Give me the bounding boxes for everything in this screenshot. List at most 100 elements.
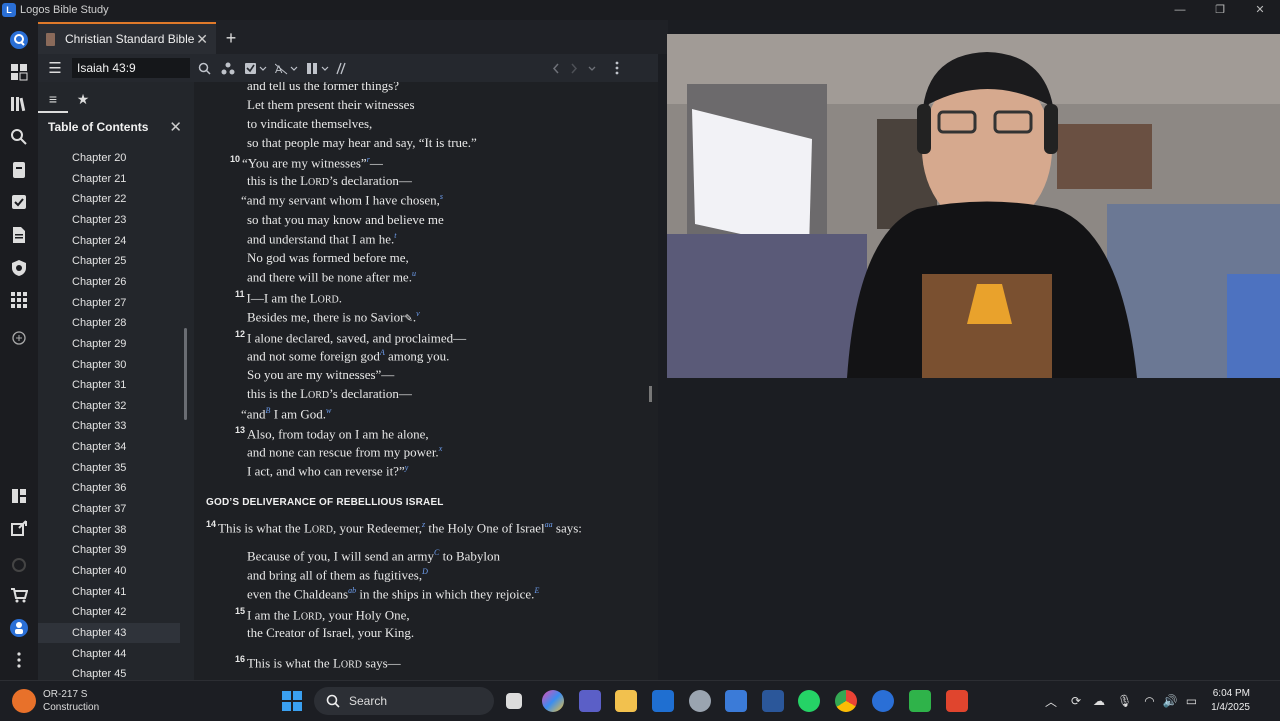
forward-chevron-icon[interactable] (569, 58, 579, 78)
library-icon[interactable] (9, 94, 29, 114)
footnote-marker[interactable]: t (394, 231, 396, 240)
footnote-marker[interactable]: w (326, 406, 331, 415)
guides-icon[interactable] (9, 160, 29, 180)
volume-icon[interactable]: 🔊 (1163, 694, 1178, 708)
verse-number[interactable]: 13 (235, 425, 245, 435)
sync-tray-icon[interactable]: ⟳ (1071, 694, 1081, 708)
toc-chapter-item[interactable]: Chapter 28 (38, 313, 180, 333)
toc-chapter-item[interactable]: Chapter 24 (38, 231, 180, 251)
footnote-marker[interactable]: u (412, 269, 416, 278)
footnote-marker[interactable]: ab (348, 586, 356, 595)
more-vertical-icon[interactable] (9, 650, 29, 670)
toc-chapter-item[interactable]: Chapter 32 (38, 396, 180, 416)
store-cart-icon[interactable] (9, 585, 29, 605)
toc-chapter-item[interactable]: Chapter 36 (38, 478, 180, 498)
toc-chapter-item[interactable]: Chapter 35 (38, 458, 180, 478)
verse-number[interactable]: 10 (230, 154, 240, 164)
toc-chapter-item[interactable]: Chapter 27 (38, 293, 180, 313)
footnote-marker[interactable]: s (440, 192, 443, 201)
panel-menu-icon[interactable]: ☰ (38, 59, 72, 77)
windows-start-icon[interactable] (281, 690, 303, 712)
reference-input[interactable] (72, 58, 190, 78)
toc-chapter-item[interactable]: Chapter 23 (38, 210, 180, 230)
recorder-icon[interactable] (946, 690, 968, 712)
close-toc-button[interactable]: ✕ (169, 118, 182, 136)
sync-icon[interactable] (9, 555, 29, 575)
word-icon[interactable] (762, 690, 784, 712)
toc-chapter-item[interactable]: Chapter 41 (38, 582, 180, 602)
tray-overflow-icon[interactable]: ︿ (1045, 693, 1057, 710)
footnote-marker[interactable]: v (416, 309, 420, 318)
whatsapp-icon[interactable] (798, 690, 820, 712)
footnote-marker[interactable]: E (534, 586, 539, 595)
wifi-icon[interactable]: ◠ (1144, 694, 1154, 708)
toc-chapter-item[interactable]: Chapter 21 (38, 169, 180, 189)
toc-chapter-item[interactable]: Chapter 38 (38, 520, 180, 540)
toc-chapter-item[interactable]: Chapter 44 (38, 644, 180, 664)
inline-icon[interactable]: A (275, 58, 299, 78)
notepad-icon[interactable] (725, 690, 747, 712)
toc-chapter-item[interactable]: Chapter 29 (38, 334, 180, 354)
microphone-icon[interactable]: 🎙 (1117, 694, 1132, 708)
favorites-star-icon[interactable]: ★ (68, 91, 98, 108)
add-icon[interactable] (9, 328, 29, 348)
clock[interactable]: 6:04 PM 1/4/2025 (1211, 687, 1250, 715)
toc-chapter-item[interactable]: Chapter 33 (38, 416, 180, 436)
toc-chapter-item[interactable]: Chapter 40 (38, 561, 180, 581)
search-icon[interactable] (198, 58, 211, 78)
toc-list-icon[interactable]: ≡ (38, 85, 68, 113)
toc-chapter-item[interactable]: Chapter 43 (38, 622, 180, 643)
documents-icon[interactable] (9, 225, 29, 245)
cloud-icon[interactable]: ☁ (1093, 694, 1105, 708)
verse-number[interactable]: 15 (235, 606, 245, 616)
open-external-icon[interactable] (9, 518, 29, 538)
footnote-marker[interactable]: x (439, 444, 443, 453)
dashboard-icon[interactable] (9, 62, 29, 82)
toc-chapter-item[interactable]: Chapter 26 (38, 272, 180, 292)
tab-christian-standard-bible[interactable]: Christian Standard Bible ✕ (38, 22, 216, 54)
logos-taskbar-icon[interactable] (872, 690, 894, 712)
content-scrollbar[interactable] (649, 386, 652, 402)
search-icon[interactable] (9, 127, 29, 147)
toc-chapter-item[interactable]: Chapter 34 (38, 437, 180, 457)
tasks-icon[interactable] (9, 192, 29, 212)
teams-icon[interactable] (579, 690, 601, 712)
close-window-button[interactable]: ✕ (1240, 0, 1280, 20)
panel-more-icon[interactable] (615, 58, 619, 78)
visual-filters-icon[interactable] (245, 58, 267, 78)
maximize-button[interactable]: ❐ (1200, 0, 1240, 20)
back-chevron-icon[interactable] (551, 58, 561, 78)
settings-gear-icon[interactable] (689, 690, 711, 712)
verse-number[interactable]: 16 (235, 654, 245, 664)
verse-number[interactable]: 14 (206, 519, 216, 529)
weather-widget[interactable]: OR-217 S Construction (12, 688, 99, 714)
toc-chapter-item[interactable]: Chapter 20 (38, 148, 180, 168)
toc-chapter-item[interactable]: Chapter 42 (38, 602, 180, 622)
toc-chapter-item[interactable]: Chapter 39 (38, 540, 180, 560)
copilot-icon[interactable] (542, 690, 564, 712)
toc-chapter-item[interactable]: Chapter 30 (38, 355, 180, 375)
chrome-icon[interactable] (835, 690, 857, 712)
history-dropdown-icon[interactable] (587, 58, 597, 78)
parallel-view-icon[interactable] (307, 58, 331, 78)
store-icon[interactable] (652, 690, 674, 712)
layouts-icon[interactable] (9, 486, 29, 506)
camtasia-icon[interactable] (909, 690, 931, 712)
verse-number[interactable]: 12 (235, 329, 245, 339)
battery-icon[interactable]: ▭ (1186, 694, 1197, 708)
home-icon[interactable] (9, 30, 29, 50)
verse-number[interactable]: 11 (235, 289, 245, 299)
toc-chapter-item[interactable]: Chapter 25 (38, 251, 180, 271)
minimize-button[interactable]: — (1160, 0, 1200, 20)
slash-divider-icon[interactable] (335, 58, 347, 78)
apps-grid-icon[interactable] (9, 290, 29, 310)
task-view-icon[interactable] (506, 693, 522, 709)
file-explorer-icon[interactable] (615, 690, 637, 712)
new-tab-button[interactable]: + (216, 22, 246, 54)
footnote-marker[interactable]: D (422, 567, 428, 576)
toc-chapter-item[interactable]: Chapter 22 (38, 189, 180, 209)
toc-chapter-item[interactable]: Chapter 37 (38, 499, 180, 519)
taskbar-search[interactable]: Search (314, 687, 494, 715)
linked-resources-icon[interactable] (221, 58, 235, 78)
close-tab-button[interactable]: ✕ (196, 31, 208, 48)
